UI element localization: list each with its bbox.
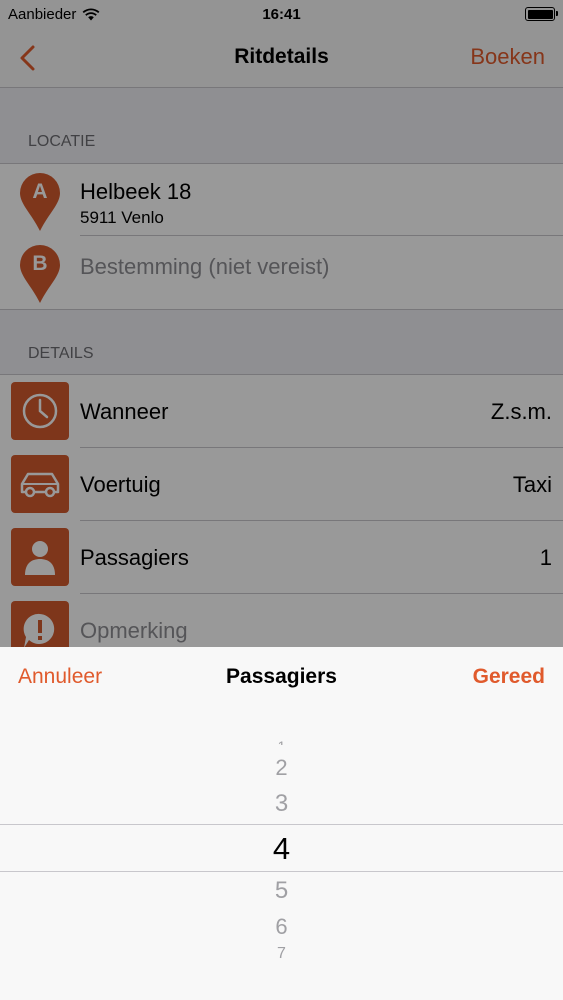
passenger-picker-sheet: Annuleer Passagiers Gereed 1 2 3 4 5 6 7 [0,647,563,1000]
modal-dim-overlay[interactable] [0,0,563,647]
picker-option-7[interactable]: 7 [0,945,563,959]
picker-option-6[interactable]: 6 [0,914,563,940]
done-button[interactable]: Gereed [473,665,545,689]
picker-option-1[interactable]: 1 [0,735,563,745]
picker-option-3[interactable]: 3 [0,790,563,818]
picker-option-2[interactable]: 2 [0,755,563,781]
picker-option-5[interactable]: 5 [0,877,563,905]
picker-option-selected[interactable]: 4 [0,831,563,867]
